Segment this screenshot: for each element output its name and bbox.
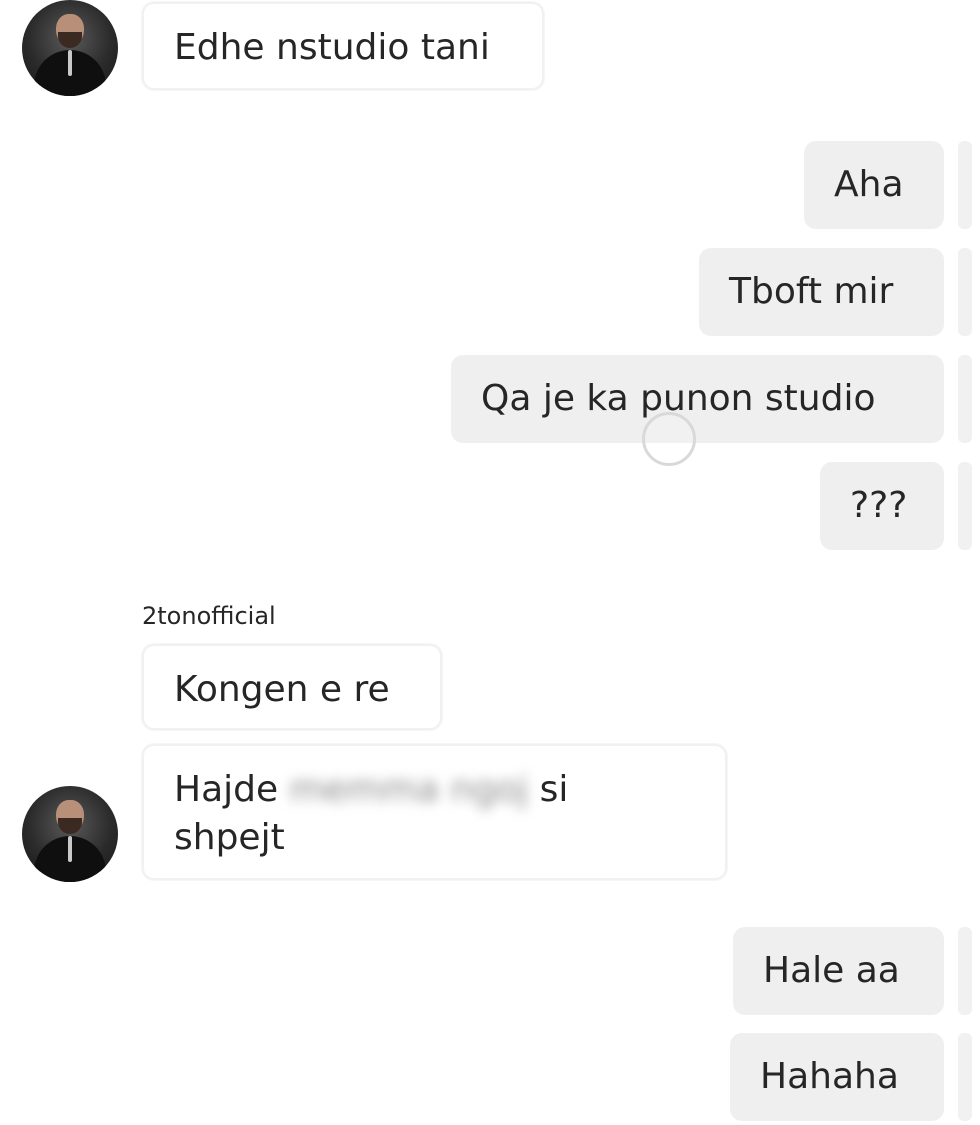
message-edge-marker (958, 248, 972, 336)
blurred-text: memma ngoj (289, 769, 529, 810)
message-line: shpejt (174, 817, 285, 858)
message-edge-marker (958, 141, 972, 229)
message-text: Tboft mir (729, 271, 894, 312)
chat-thread: Edhe nstudio tani Aha Tboft mir Qa je ka… (0, 0, 980, 1125)
message-text: Hahaha (760, 1056, 899, 1097)
message-line: Hajde memma ngoj si (174, 766, 695, 814)
sender-avatar[interactable] (22, 0, 118, 96)
sender-avatar[interactable] (22, 786, 118, 882)
outgoing-message[interactable]: Hahaha (730, 1033, 944, 1121)
incoming-message[interactable]: Kongen e re (142, 644, 442, 730)
avatar-chain (68, 50, 72, 76)
incoming-message[interactable]: Edhe nstudio tani (142, 2, 544, 90)
touch-indicator-icon (642, 412, 696, 466)
message-edge-marker (958, 462, 972, 550)
sender-username[interactable]: 2tonofficial (142, 602, 276, 630)
outgoing-message[interactable]: ??? (820, 462, 944, 550)
outgoing-message[interactable]: Aha (804, 141, 944, 229)
message-edge-marker (958, 1033, 972, 1121)
avatar-beard (58, 32, 82, 48)
message-text: Hale aa (763, 950, 900, 991)
message-text: ??? (850, 485, 908, 526)
outgoing-message[interactable]: Tboft mir (699, 248, 944, 336)
message-text: Kongen e re (174, 669, 390, 710)
outgoing-message[interactable]: Hale aa (733, 927, 944, 1015)
message-text: Aha (834, 164, 904, 205)
message-text: si (539, 769, 569, 810)
message-text: Edhe nstudio tani (174, 27, 490, 68)
avatar-beard (58, 818, 82, 834)
message-text: Hajde (174, 769, 279, 810)
message-edge-marker (958, 355, 972, 443)
incoming-message[interactable]: Hajde memma ngoj si shpejt (142, 744, 727, 880)
avatar-chain (68, 836, 72, 862)
outgoing-message[interactable]: Qa je ka punon studio (451, 355, 944, 443)
message-edge-marker (958, 927, 972, 1015)
